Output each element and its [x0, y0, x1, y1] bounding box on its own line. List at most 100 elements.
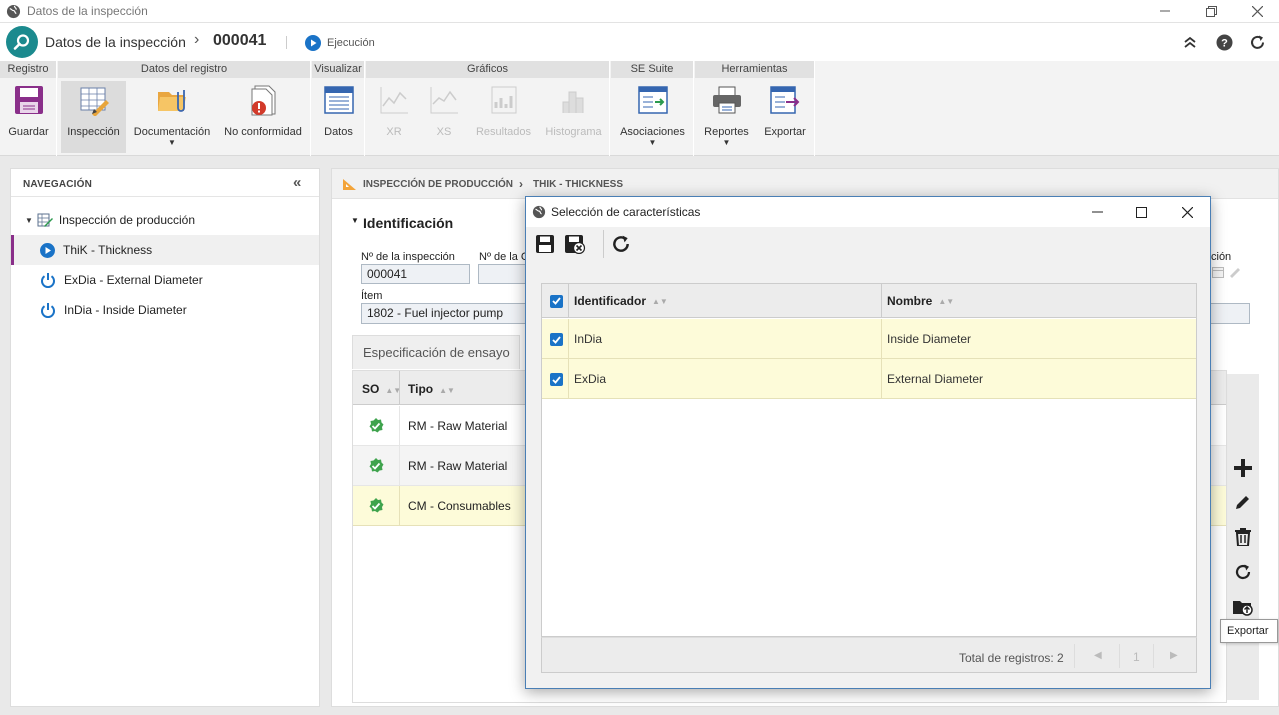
divider	[881, 319, 882, 359]
globe-icon	[6, 4, 21, 19]
play-circle-icon	[40, 242, 55, 258]
save-icon[interactable]	[535, 234, 555, 254]
dropdown-caret-icon: ▼	[722, 138, 731, 147]
export-icon	[770, 86, 800, 114]
group-title: SE Suite	[611, 61, 693, 78]
sort-icon: ▲▼	[439, 386, 455, 395]
second-field-label: Nº de la C	[479, 251, 529, 263]
table-row[interactable]: InDia Inside Diameter	[542, 319, 1196, 359]
breadcrumb-link[interactable]: INSPECCIÓN DE PRODUCCIÓN	[363, 179, 513, 190]
resultados-label: Resultados	[475, 126, 532, 138]
table-row[interactable]: ExDia External Diameter	[542, 359, 1196, 399]
minimize-button[interactable]	[1155, 2, 1175, 20]
cell-nombre: Inside Diameter	[887, 332, 972, 346]
breadcrumb: INSPECCIÓN DE PRODUCCIÓN › THIK - THICKN…	[332, 169, 1278, 199]
nav-root-item[interactable]: ▼ Inspección de producción	[11, 205, 319, 235]
histograma-button[interactable]: Histograma	[541, 81, 606, 153]
dialog-close-button[interactable]	[1178, 203, 1196, 221]
data-sheet-icon	[323, 86, 354, 114]
help-icon[interactable]: ?	[1215, 33, 1233, 51]
inspection-no-field[interactable]: 000041	[361, 264, 470, 284]
divider	[881, 284, 882, 318]
calendar-icon[interactable]	[1212, 266, 1224, 278]
close-window-button[interactable]	[1247, 2, 1267, 20]
verified-badge-icon	[368, 498, 384, 514]
col-header-nombre-label: Nombre	[887, 294, 933, 308]
row-checkbox[interactable]	[550, 333, 563, 346]
group-title: Datos del registro	[58, 61, 310, 78]
ribbon-toolbar: Registro Guardar Datos del registro Insp…	[0, 61, 1279, 156]
col-header-identificador-label: Identificador	[574, 294, 647, 308]
divider	[603, 230, 604, 258]
nav-item-thik[interactable]: ThiK - Thickness	[11, 235, 319, 265]
inspeccion-button[interactable]: Inspección	[61, 81, 126, 153]
select-all-checkbox[interactable]	[550, 284, 563, 318]
reportes-button[interactable]: Reportes ▼	[699, 81, 754, 153]
col-header-so-label: SO	[362, 382, 380, 396]
dialog-minimize-button[interactable]	[1088, 203, 1106, 221]
inspection-tree-icon	[37, 212, 53, 228]
cell-tipo: CM - Consumables	[408, 499, 511, 513]
ribbon-group-registro: Registro Guardar	[0, 61, 57, 156]
cell-tipo: RM - Raw Material	[408, 419, 508, 433]
col-header-so[interactable]: SO ▲▼	[362, 382, 401, 396]
no-conformidad-button[interactable]: No conformidad	[218, 81, 308, 153]
cell-nombre: External Diameter	[887, 372, 984, 386]
col-header-identificador[interactable]: Identificador ▲▼	[574, 284, 668, 318]
ribbon-group-graficos: Gráficos XR XS Resultados Histograma	[366, 61, 610, 156]
navigation-title: NAVEGACIÓN	[11, 169, 319, 197]
group-title: Herramientas	[695, 61, 814, 78]
asociaciones-button[interactable]: Asociaciones ▼	[615, 81, 690, 153]
restore-button[interactable]	[1201, 2, 1221, 20]
ribbon-group-datos-registro: Datos del registro Inspección Documentac…	[58, 61, 311, 156]
divider	[568, 319, 569, 359]
nav-item-exdia[interactable]: ExDia - External Diameter	[11, 265, 319, 295]
clear-date-icon[interactable]	[1228, 265, 1241, 278]
add-icon[interactable]	[1229, 454, 1257, 482]
exportar-button[interactable]: Exportar	[758, 81, 812, 153]
window-title-bar: Datos de la inspección	[0, 0, 1279, 23]
refresh-icon[interactable]	[611, 234, 631, 254]
verified-badge-icon	[368, 458, 384, 474]
group-title: Registro	[0, 61, 56, 78]
line-chart-icon	[430, 87, 458, 114]
item-field[interactable]: 1802 - Fuel injector pump	[361, 303, 531, 324]
collapse-panel-icon[interactable]: «	[293, 175, 301, 190]
ribbon-group-herramientas: Herramientas Reportes ▼ Exportar	[695, 61, 815, 156]
refresh-icon[interactable]	[1248, 33, 1266, 51]
resultados-button[interactable]: Resultados	[471, 81, 536, 153]
save-and-close-icon[interactable]	[564, 234, 586, 254]
edit-pencil-icon[interactable]	[1229, 488, 1257, 516]
col-header-nombre[interactable]: Nombre ▲▼	[887, 284, 954, 318]
documentacion-label: Documentación	[133, 126, 211, 138]
previous-page-icon[interactable]: ◀	[1094, 650, 1102, 661]
guardar-button[interactable]: Guardar	[3, 81, 54, 153]
window-title: Datos de la inspección	[27, 4, 148, 18]
verified-badge-icon	[368, 418, 384, 434]
dialog-maximize-button[interactable]	[1132, 203, 1150, 221]
collapse-up-icon[interactable]	[1181, 33, 1199, 51]
nav-item-india[interactable]: InDia - Inside Diameter	[11, 295, 319, 325]
sort-icon: ▲▼	[652, 296, 668, 306]
inspection-no-label: Nº de la inspección	[361, 251, 455, 263]
save-icon	[14, 86, 43, 114]
delete-trash-icon[interactable]	[1229, 523, 1257, 551]
export-folder-icon[interactable]	[1229, 593, 1257, 621]
inspection-grid-icon	[80, 87, 109, 116]
next-page-icon[interactable]: ▶	[1170, 650, 1178, 661]
datos-button[interactable]: Datos	[315, 81, 362, 153]
divider	[881, 359, 882, 399]
xr-chart-button[interactable]: XR	[371, 81, 417, 153]
documentacion-button[interactable]: Documentación ▼	[130, 81, 214, 153]
xs-chart-button[interactable]: XS	[421, 81, 467, 153]
row-checkbox[interactable]	[550, 373, 563, 386]
divider	[399, 371, 400, 405]
navigation-panel: NAVEGACIÓN « ▼ Inspección de producción …	[10, 168, 320, 707]
section-title[interactable]: Identificación	[363, 215, 453, 231]
play-status-icon	[305, 35, 321, 51]
refresh-icon[interactable]	[1229, 558, 1257, 586]
item-description-field[interactable]	[1210, 303, 1250, 324]
tab-especificacion-ensayo[interactable]: Especificación de ensayo	[352, 335, 520, 369]
header-record-id: 000041	[213, 32, 267, 49]
col-header-tipo[interactable]: Tipo ▲▼	[408, 382, 455, 396]
